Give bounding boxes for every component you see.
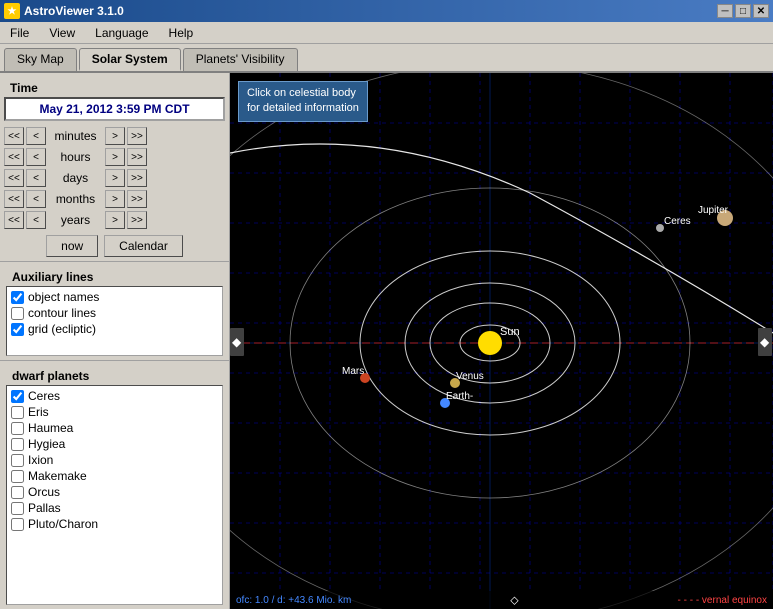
status-bar: ofc: 1.0 / d: +43.6 Mio. km ⬦ - - - - ve… <box>230 591 773 609</box>
minutes-rewind[interactable]: < <box>26 127 46 145</box>
hours-forward[interactable]: > <box>105 148 125 166</box>
dwarf-pallas[interactable]: Pallas <box>9 500 220 516</box>
aux-contour-lines[interactable]: contour lines <box>9 305 220 321</box>
time-row-hours: << < hours > >> <box>4 148 225 166</box>
dwarf-pluto-charon[interactable]: Pluto/Charon <box>9 516 220 532</box>
minutes-forward-fast[interactable]: >> <box>127 127 147 145</box>
months-rewind-fast[interactable]: << <box>4 190 24 208</box>
svg-text:Sun: Sun <box>500 326 520 338</box>
svg-text:Earth-: Earth- <box>446 391 473 402</box>
time-buttons: now Calendar <box>4 235 225 257</box>
app-title: AstroViewer 3.1.0 <box>24 4 124 18</box>
scroll-indicator-bottom: ⬦ <box>510 593 518 608</box>
months-forward[interactable]: > <box>105 190 125 208</box>
years-rewind-fast[interactable]: << <box>4 211 24 229</box>
time-row-minutes: << < minutes > >> <box>4 127 225 145</box>
title-bar: ★ AstroViewer 3.1.0 ─ □ ✕ <box>0 0 773 22</box>
dwarf-ceres[interactable]: Ceres <box>9 388 220 404</box>
now-button[interactable]: now <box>46 235 98 257</box>
left-panel: Time May 21, 2012 3:59 PM CDT << < minut… <box>0 73 230 609</box>
time-row-months: << < months > >> <box>4 190 225 208</box>
solar-view[interactable]: Sun Venus Earth- Mars Jupiter Ceres ◆ ◆ <box>230 73 773 609</box>
menu-bar: File View Language Help <box>0 22 773 44</box>
dwarf-section-title: dwarf planets <box>6 365 223 385</box>
status-coordinates: ofc: 1.0 / d: +43.6 Mio. km <box>236 595 351 606</box>
svg-text:Jupiter: Jupiter <box>698 205 729 216</box>
dwarf-haumea[interactable]: Haumea <box>9 420 220 436</box>
svg-text:◆: ◆ <box>760 335 770 349</box>
hours-label: hours <box>48 150 103 164</box>
tooltip-line1: Click on celestial body <box>247 86 359 101</box>
hours-forward-fast[interactable]: >> <box>127 148 147 166</box>
close-button[interactable]: ✕ <box>753 4 769 18</box>
months-label: months <box>48 192 103 206</box>
aux-section-title: Auxiliary lines <box>6 266 223 286</box>
time-display: May 21, 2012 3:59 PM CDT <box>4 97 225 121</box>
solar-system-svg: Sun Venus Earth- Mars Jupiter Ceres ◆ ◆ <box>230 73 773 609</box>
time-row-days: << < days > >> <box>4 169 225 187</box>
aux-grid-ecliptic[interactable]: grid (ecliptic) <box>9 321 220 337</box>
tab-solar-system[interactable]: Solar System <box>79 48 181 71</box>
days-rewind[interactable]: < <box>26 169 46 187</box>
dwarf-makemake[interactable]: Makemake <box>9 468 220 484</box>
svg-text:Ceres: Ceres <box>664 216 691 227</box>
days-rewind-fast[interactable]: << <box>4 169 24 187</box>
app-icon: ★ <box>4 3 20 19</box>
dwarf-planet-list[interactable]: Ceres Eris Haumea Hygiea Ixion Makemake <box>6 385 223 605</box>
days-forward[interactable]: > <box>105 169 125 187</box>
svg-text:◆: ◆ <box>232 335 242 349</box>
svg-text:Mars: Mars <box>342 366 364 377</box>
tooltip-line2: for detailed information <box>247 101 359 116</box>
main-content: Time May 21, 2012 3:59 PM CDT << < minut… <box>0 73 773 609</box>
dwarf-ixion[interactable]: Ixion <box>9 452 220 468</box>
aux-section: Auxiliary lines object names contour lin… <box>0 261 229 360</box>
time-section: Time May 21, 2012 3:59 PM CDT << < minut… <box>0 73 229 261</box>
years-label: years <box>48 213 103 227</box>
time-section-title: Time <box>4 77 225 97</box>
menu-file[interactable]: File <box>4 24 35 42</box>
days-forward-fast[interactable]: >> <box>127 169 147 187</box>
years-forward[interactable]: > <box>105 211 125 229</box>
tab-bar: Sky Map Solar System Planets' Visibility <box>0 44 773 73</box>
minutes-rewind-fast[interactable]: << <box>4 127 24 145</box>
months-forward-fast[interactable]: >> <box>127 190 147 208</box>
menu-language[interactable]: Language <box>89 24 154 42</box>
solar-tooltip: Click on celestial body for detailed inf… <box>238 81 368 122</box>
minutes-label: minutes <box>48 129 103 143</box>
aux-object-names[interactable]: object names <box>9 289 220 305</box>
minimize-button[interactable]: ─ <box>717 4 733 18</box>
tab-sky-map[interactable]: Sky Map <box>4 48 77 71</box>
dwarf-eris[interactable]: Eris <box>9 404 220 420</box>
hours-rewind-fast[interactable]: << <box>4 148 24 166</box>
years-forward-fast[interactable]: >> <box>127 211 147 229</box>
maximize-button[interactable]: □ <box>735 4 751 18</box>
aux-checkbox-list: object names contour lines grid (eclipti… <box>6 286 223 356</box>
dwarf-orcus[interactable]: Orcus <box>9 484 220 500</box>
hours-rewind[interactable]: < <box>26 148 46 166</box>
svg-text:Venus: Venus <box>456 371 484 382</box>
tab-planets-visibility[interactable]: Planets' Visibility <box>183 48 298 71</box>
days-label: days <box>48 171 103 185</box>
status-equinox: - - - - vernal equinox <box>678 595 767 606</box>
menu-help[interactable]: Help <box>163 24 200 42</box>
dwarf-hygiea[interactable]: Hygiea <box>9 436 220 452</box>
dwarf-section: dwarf planets Ceres Eris Haumea Hygiea I… <box>0 360 229 609</box>
months-rewind[interactable]: < <box>26 190 46 208</box>
time-row-years: << < years > >> <box>4 211 225 229</box>
calendar-button[interactable]: Calendar <box>104 235 183 257</box>
years-rewind[interactable]: < <box>26 211 46 229</box>
menu-view[interactable]: View <box>43 24 81 42</box>
minutes-forward[interactable]: > <box>105 127 125 145</box>
